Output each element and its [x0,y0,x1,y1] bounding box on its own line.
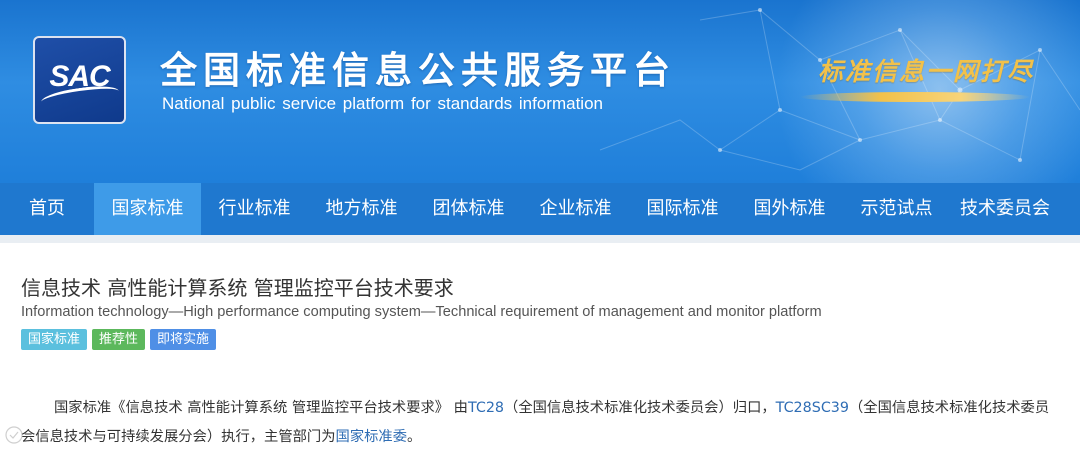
tag-national-standard: 国家标准 [21,329,88,350]
nav-item-national-standards[interactable]: 国家标准 [94,183,201,235]
nav-item-pilot-demos[interactable]: 示范试点 [843,183,950,235]
tc28-link[interactable]: TC28 [468,400,504,416]
nav-item-industry-standards[interactable]: 行业标准 [201,183,308,235]
nav-item-foreign-standards[interactable]: 国外标准 [736,183,843,235]
header-banner: SAC 全国标准信息公共服务平台 National public service… [0,0,1080,183]
nav-item-local-standards[interactable]: 地方标准 [308,183,415,235]
main-nav: 首页 国家标准 行业标准 地方标准 团体标准 企业标准 国际标准 国外标准 示范… [0,183,1080,235]
logo-text: SAC [49,60,110,93]
nav-item-international-standards[interactable]: 国际标准 [629,183,736,235]
desc-text-1: 国家标准《信息技术 高性能计算系统 管理监控平台技术要求》 由 [54,400,468,416]
standard-description: 国家标准《信息技术 高性能计算系统 管理监控平台技术要求》 由TC28（全国信息… [21,394,1061,452]
nav-item-home[interactable]: 首页 [0,183,94,235]
site-title-cn: 全国标准信息公共服务平台 [160,49,676,92]
site-title-en: National public service platform for sta… [162,94,603,113]
nav-item-group-standards[interactable]: 团体标准 [415,183,522,235]
standard-title-en: Information technology—High performance … [21,304,822,320]
desc-text-4: 。 [407,429,422,445]
standard-tags: 国家标准 推荐性 即将实施 [21,329,217,350]
sac-department-link[interactable]: 国家标准委 [336,429,407,445]
tag-upcoming: 即将实施 [150,329,217,350]
slogan-swoosh [800,92,1030,102]
nav-item-technical-committees[interactable]: 技术委员会 [950,183,1060,235]
slogan: 标准信息一网打尽 [818,57,1035,86]
desc-text-2: （全国信息技术标准化技术委员会）归口， [504,400,776,416]
tag-recommended: 推荐性 [92,329,146,350]
nav-divider [0,235,1080,243]
standard-title-cn: 信息技术 高性能计算系统 管理监控平台技术要求 [21,276,454,300]
nav-item-enterprise-standards[interactable]: 企业标准 [522,183,629,235]
sac-logo[interactable]: SAC [33,36,126,124]
tc28sc39-link[interactable]: TC28SC39 [776,400,849,416]
